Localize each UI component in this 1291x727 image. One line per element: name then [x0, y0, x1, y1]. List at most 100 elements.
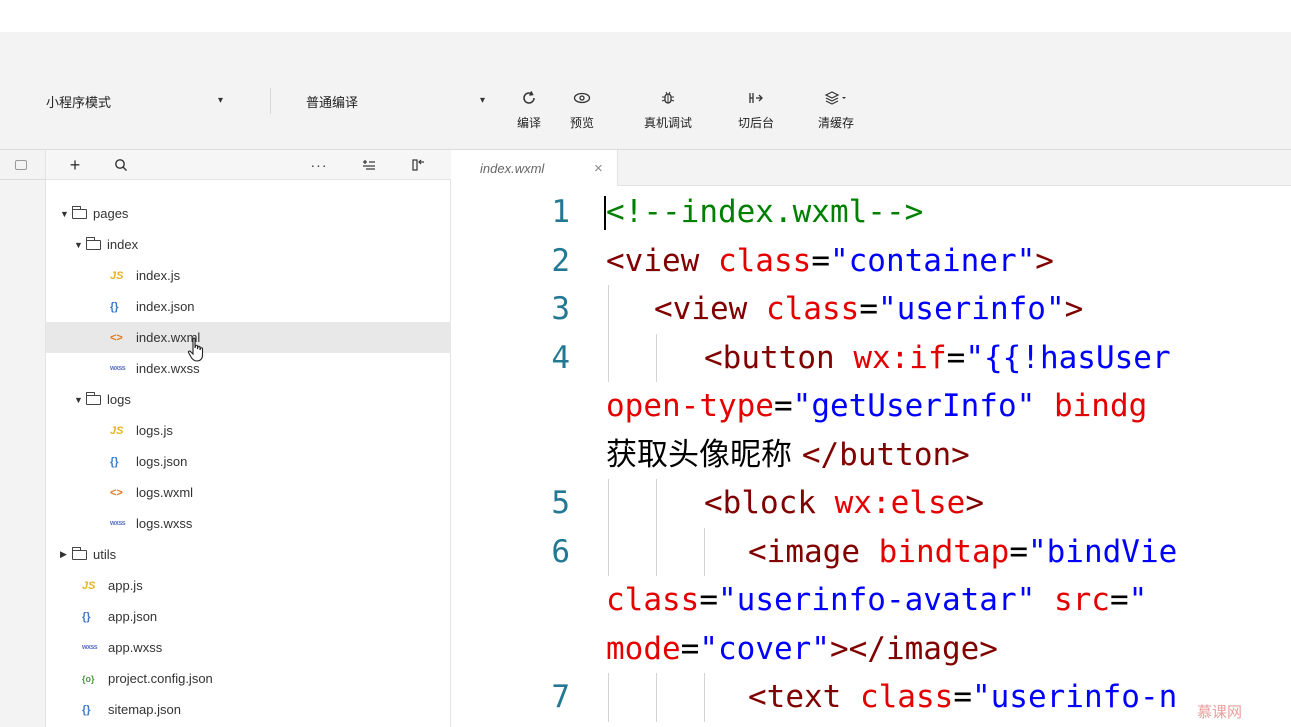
code-string: "getUserInfo" [792, 388, 1036, 424]
code-attr: open-type [606, 388, 774, 424]
code-punct: = [953, 679, 972, 715]
tree-item-utils-folder[interactable]: ▶ utils [46, 539, 451, 570]
switch-background-button[interactable]: 切后台 [726, 84, 786, 131]
js-file-icon: JS [82, 579, 96, 592]
code-punct: = [773, 388, 793, 424]
code-tag: ></image> [829, 630, 998, 667]
code-punct: = [811, 242, 830, 279]
tree-item-sitemap-json[interactable]: {} sitemap.json [46, 694, 451, 725]
indent-guide [608, 333, 609, 382]
code-attr: class [606, 582, 700, 618]
tree-item-index-wxss[interactable]: wxss index.wxss [46, 353, 451, 384]
wxss-file-icon: wxss [110, 520, 126, 527]
clear-cache-button[interactable]: 清缓存 [806, 84, 866, 131]
compile-label: 编译 [516, 116, 541, 130]
code-string: "userinfo" [877, 291, 1065, 327]
compile-button[interactable]: 编译 [499, 84, 559, 131]
line-number: 5 [551, 485, 570, 521]
remote-debug-button[interactable]: 真机调试 [638, 84, 698, 131]
tree-item-index-json[interactable]: {} index.json [46, 291, 451, 322]
tree-item-label: logs [107, 392, 131, 407]
main-toolbar: 小程序模式 ▾ 普通编译 ▾ 编译 预览 真机调试 切后台 清缓存 [0, 32, 1291, 150]
watermark: 慕课网 [1197, 704, 1243, 721]
code-tag: <block [704, 485, 835, 521]
code-line: 6 <image bindtap="bindVie [452, 527, 1291, 576]
code-attr: class [859, 679, 954, 715]
code-line: 1 <!--index.wxml--> [452, 188, 1291, 237]
tree-item-app-json[interactable]: {} app.json [46, 601, 451, 632]
tree-item-project-config[interactable]: {o} project.config.json [46, 663, 451, 694]
wxss-file-icon: wxss [82, 644, 98, 651]
tree-item-label: app.json [108, 609, 158, 624]
code-punct: = [699, 582, 718, 618]
folder-open-icon [86, 236, 101, 250]
more-icon[interactable]: ··· [308, 150, 330, 180]
tree-item-label: sitemap.json [108, 702, 181, 717]
code-tag: > [1064, 291, 1084, 327]
mode-select[interactable]: 小程序模式 ▾ [46, 86, 236, 116]
search-icon[interactable] [110, 150, 132, 180]
code-line: 7 <text class="userinfo-n [452, 673, 1291, 722]
tree-item-index-js[interactable]: JS index.js [46, 260, 451, 291]
code-attr: wx:if [853, 339, 947, 376]
tree-item-logs-json[interactable]: {} logs.json [46, 446, 451, 477]
folder-open-icon [86, 391, 101, 405]
code-tag: > [1035, 242, 1054, 279]
tree-item-app-wxss[interactable]: wxss app.wxss [46, 632, 451, 663]
code-attr: bindtap [878, 533, 1010, 570]
preview-button[interactable]: 预览 [552, 84, 612, 131]
indent-guide [608, 673, 609, 722]
tree-item-label: app.js [108, 578, 143, 593]
indent-guide [656, 333, 657, 382]
top-blank-area [0, 0, 1291, 32]
code-string: "userinfo-avatar" [718, 582, 1036, 618]
tree-item-index-wxml[interactable]: <> index.wxml [46, 322, 451, 353]
tree-item-pages[interactable]: ▼ pages [46, 198, 451, 229]
tree-item-label: app.wxss [108, 640, 163, 655]
tree-item-label: pages [93, 206, 129, 221]
add-icon[interactable]: + [64, 150, 86, 180]
code-punct: = [680, 630, 700, 667]
code-line: 5 <block wx:else> [452, 479, 1291, 528]
tree-item-label: logs.wxss [136, 516, 193, 531]
code-tag: </button> [801, 436, 970, 473]
compile-mode-select[interactable]: 普通编译 ▾ [306, 86, 496, 116]
code-string: " [1128, 582, 1148, 618]
tab-title: index.wxml [480, 160, 545, 176]
code-string: "cover" [699, 630, 830, 667]
code-string: "container" [829, 242, 1036, 279]
code-attr: mode [606, 630, 681, 667]
json-file-icon: {} [82, 610, 91, 623]
chevron-down-icon: ▼ [74, 239, 83, 250]
tree-item-index-folder[interactable]: ▼ index [46, 229, 451, 260]
code-attr: wx:else [834, 485, 966, 521]
code-comment: <!--index.wxml--> [606, 194, 924, 230]
dock-panel-icon[interactable] [408, 150, 430, 180]
line-number: 7 [551, 679, 570, 715]
switch-background-label: 切后台 [737, 116, 774, 130]
tree-item-label: logs.json [136, 454, 188, 469]
tree-item-logs-wxss[interactable]: wxss logs.wxss [46, 508, 451, 539]
close-icon[interactable]: × [594, 160, 603, 177]
collapse-all-icon[interactable] [358, 150, 380, 180]
code-tag: <view [654, 291, 766, 327]
line-number: 1 [551, 194, 570, 230]
code-line: 2 <view class="container"> [452, 237, 1291, 286]
code-line: 4 <button wx:if="{{!hasUser [452, 333, 1291, 382]
caret-down-icon: ▾ [218, 95, 224, 106]
indent-guide [656, 673, 657, 722]
tab-index-wxml[interactable]: index.wxml × [452, 150, 618, 186]
indent-guide [704, 673, 705, 722]
tree-item-logs-js[interactable]: JS logs.js [46, 415, 451, 446]
indent-guide [704, 527, 705, 576]
code-punct: = [1109, 582, 1129, 618]
code-line-wrap: 获取头像昵称 </button> [452, 431, 1291, 480]
panel-toggle-icon[interactable] [15, 160, 27, 170]
code-tag: > [965, 485, 984, 521]
tree-item-app-js[interactable]: JS app.js [46, 570, 451, 601]
code-area[interactable]: 1 <!--index.wxml--> 2 <view class="conta… [452, 188, 1291, 722]
code-punct: = [1009, 533, 1028, 570]
tree-item-logs-folder[interactable]: ▼ logs [46, 384, 451, 415]
tree-item-logs-wxml[interactable]: <> logs.wxml [46, 477, 451, 508]
line-number: 6 [551, 533, 570, 570]
